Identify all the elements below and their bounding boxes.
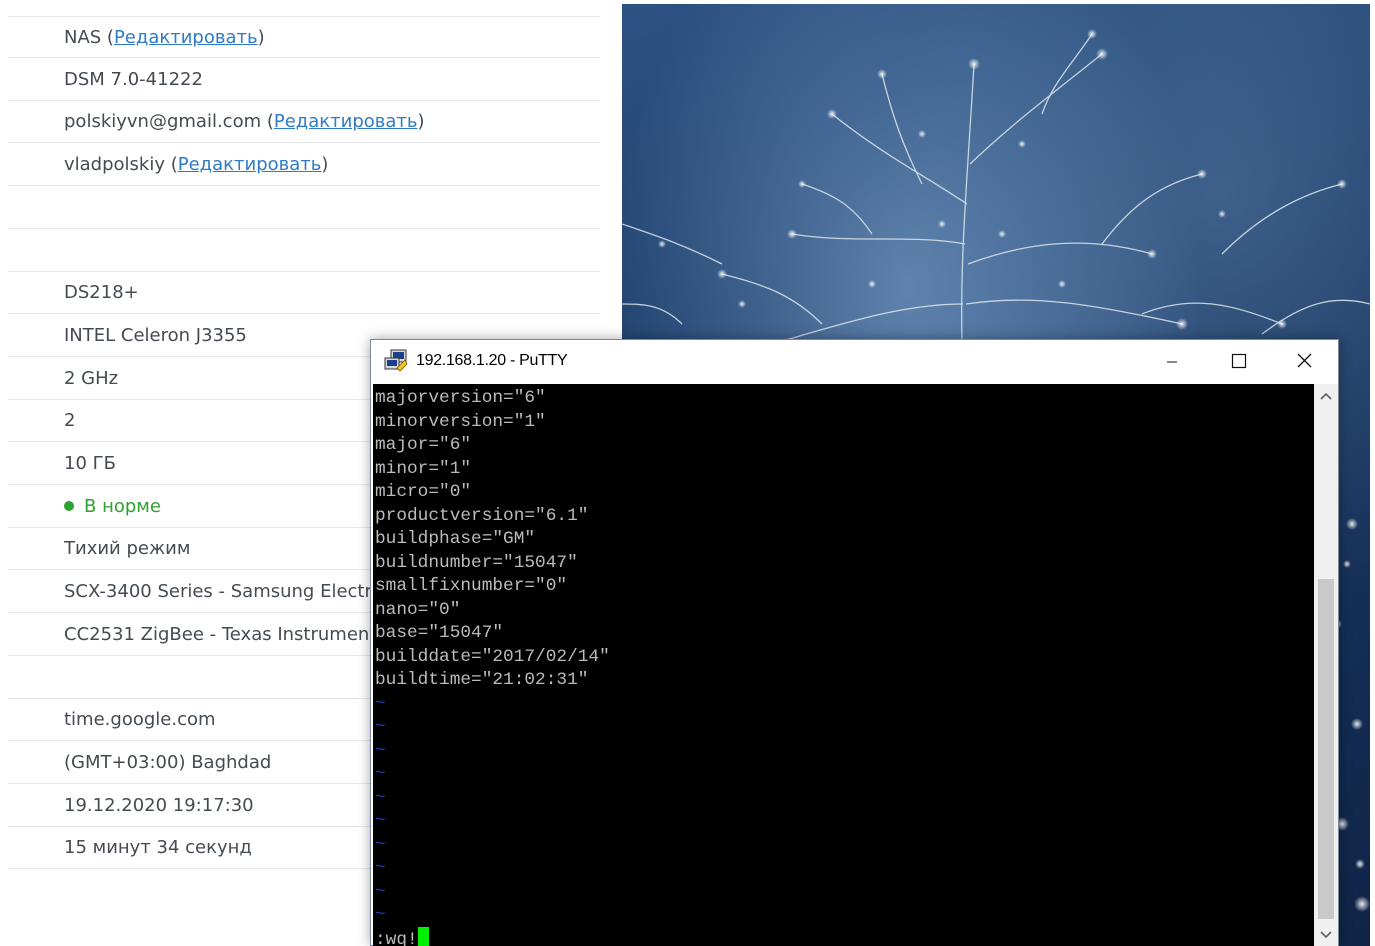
- info-value: 10 ГБ: [64, 453, 116, 474]
- info-value: Тихий режим: [64, 538, 191, 560]
- info-value: 2 GHz: [64, 367, 119, 389]
- info-value: 2: [64, 410, 76, 432]
- putty-window[interactable]: 192.168.1.20 - PuTTY majorversion="6" min…: [370, 339, 1339, 946]
- vim-empty-line: ~: [375, 905, 386, 925]
- terminal-line: major="6": [375, 435, 472, 455]
- info-value: INTEL Celeron J3355: [64, 324, 247, 346]
- terminal-cursor: [417, 926, 429, 946]
- terminal-line: productversion="6.1": [375, 505, 589, 526]
- terminal-line: nano="0": [375, 599, 461, 620]
- terminal-scrollbar[interactable]: [1314, 384, 1338, 946]
- info-value: 19.12.2020 19:17:30: [64, 794, 254, 816]
- info-row: vladpolskiy (Редактировать): [8, 144, 600, 187]
- vim-empty-line: ~: [375, 764, 386, 784]
- terminal-line: buildtime="21:02:31": [375, 670, 589, 690]
- putty-icon: [384, 349, 408, 372]
- info-row: [8, 187, 600, 229]
- info-row: polskiyvn@gmail.com (Редактировать): [8, 101, 600, 144]
- info-row: DS218+: [8, 272, 600, 315]
- vim-empty-line: ~: [375, 717, 386, 737]
- info-row: [8, 230, 600, 272]
- terminal-line: buildnumber="15047": [375, 552, 578, 573]
- terminal-line: minorversion="1": [375, 411, 546, 432]
- info-value: time.google.com: [64, 709, 216, 731]
- maximize-icon: [1231, 353, 1247, 369]
- chevron-up-icon: [1320, 392, 1332, 400]
- terminal-line: base="15047": [375, 623, 504, 643]
- info-value: CC2531 ZigBee - Texas Instruments: [64, 623, 386, 645]
- info-value: (GMT+03:00) Baghdad: [64, 751, 272, 773]
- minimize-button[interactable]: [1139, 340, 1205, 384]
- info-value-suffix: ): [257, 27, 265, 48]
- vim-empty-line: ~: [375, 740, 386, 761]
- vim-empty-line: ~: [375, 834, 386, 855]
- vim-empty-line: ~: [375, 811, 386, 831]
- status-text: В норме: [84, 495, 161, 517]
- vim-command-line: :wq!: [375, 926, 429, 946]
- info-value-suffix: ): [417, 111, 425, 133]
- terminal-line: smallfixnumber="0": [375, 576, 568, 596]
- info-value: vladpolskiy (: [64, 154, 178, 176]
- info-value: polskiyvn@gmail.com (: [64, 111, 274, 133]
- terminal-line: micro="0": [375, 482, 472, 502]
- scroll-up-button[interactable]: [1314, 384, 1338, 408]
- scroll-down-button[interactable]: [1314, 923, 1338, 946]
- info-row: NAS (Редактировать): [8, 16, 600, 58]
- status-dot-icon: [64, 500, 74, 511]
- terminal-line: builddate="2017/02/14": [375, 646, 610, 667]
- info-value: SCX-3400 Series - Samsung Electronics: [64, 581, 419, 603]
- info-value: NAS (: [64, 27, 114, 48]
- chevron-down-icon: [1320, 931, 1332, 939]
- window-title: 192.168.1.20 - PuTTY: [416, 352, 568, 369]
- maximize-button[interactable]: [1205, 340, 1271, 384]
- terminal-output: majorversion="6" minorversion="1" major="6…: [375, 387, 1314, 928]
- terminal-line: minor="1": [375, 458, 472, 479]
- info-value: DS218+: [64, 282, 139, 304]
- close-icon: [1297, 353, 1312, 368]
- scrollbar-thumb[interactable]: [1318, 579, 1334, 919]
- edit-link[interactable]: Редактировать: [274, 111, 418, 132]
- terminal-line: buildphase="GM": [375, 529, 536, 549]
- edit-link[interactable]: Редактировать: [178, 154, 322, 175]
- vim-empty-line: ~: [375, 787, 386, 808]
- vim-empty-line: ~: [375, 693, 386, 714]
- edit-link[interactable]: Редактировать: [114, 27, 258, 48]
- terminal-line: majorversion="6": [375, 388, 546, 408]
- putty-titlebar[interactable]: 192.168.1.20 - PuTTY: [371, 340, 1338, 384]
- vim-empty-line: ~: [375, 858, 386, 878]
- terminal-area[interactable]: majorversion="6" minorversion="1" major="6…: [373, 384, 1314, 946]
- info-value-suffix: ): [321, 154, 329, 176]
- vim-command: :wq!: [375, 929, 418, 946]
- close-button[interactable]: [1271, 340, 1337, 384]
- info-value: DSM 7.0-41222: [64, 68, 203, 90]
- minimize-icon: [1167, 361, 1177, 363]
- info-row: DSM 7.0-41222: [8, 59, 600, 101]
- info-value: 15 минут 34 секунд: [64, 837, 252, 859]
- vim-empty-line: ~: [375, 881, 386, 902]
